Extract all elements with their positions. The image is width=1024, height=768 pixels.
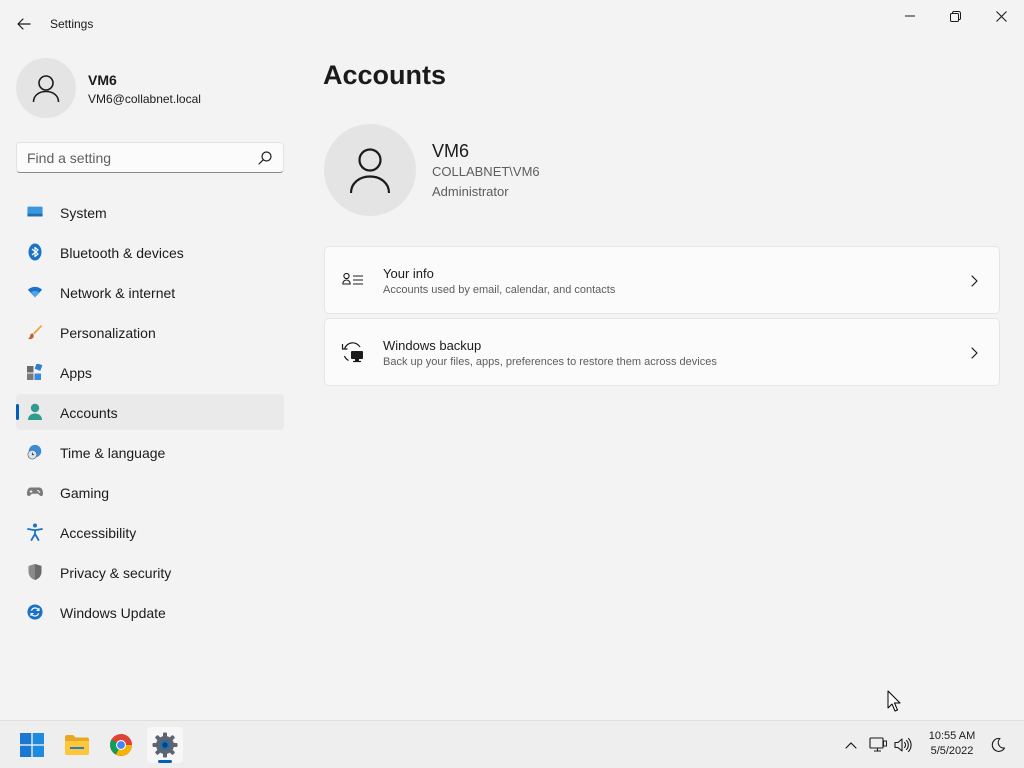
card-title: Your info xyxy=(383,266,434,281)
card-title: Windows backup xyxy=(383,338,482,353)
show-hidden-icons-button[interactable] xyxy=(841,735,861,755)
sidebar-item-bluetooth[interactable]: Bluetooth & devices xyxy=(16,234,284,270)
title-bar: Settings xyxy=(0,0,1024,46)
chevron-up-icon xyxy=(845,742,857,749)
focus-assist-button[interactable] xyxy=(988,735,1008,755)
sidebar-item-label: Accessibility xyxy=(60,525,137,541)
close-icon xyxy=(995,10,1007,22)
start-button[interactable] xyxy=(14,727,50,763)
back-arrow-icon xyxy=(17,18,31,30)
sidebar-item-accounts[interactable]: Accounts xyxy=(16,394,284,430)
user-summary: VM6 COLLABNET\VM6 Administrator xyxy=(324,124,724,216)
user-role: Administrator xyxy=(432,184,509,199)
apps-icon xyxy=(27,364,43,380)
update-icon xyxy=(27,604,43,620)
moon-icon xyxy=(991,737,1006,752)
shield-icon xyxy=(27,564,43,580)
taskbar: 10:55 AM 5/5/2022 xyxy=(0,720,1024,768)
search-icon[interactable] xyxy=(257,150,273,166)
sidebar-item-time-language[interactable]: Time & language xyxy=(16,434,284,470)
person-icon xyxy=(27,403,43,420)
sidebar-item-gaming[interactable]: Gaming xyxy=(16,474,284,510)
chrome-icon xyxy=(110,734,132,756)
person-outline-icon xyxy=(349,148,391,194)
speaker-icon xyxy=(894,737,912,753)
sidebar-item-label: Accounts xyxy=(60,405,118,421)
sidebar-item-system[interactable]: System xyxy=(16,194,284,230)
ethernet-icon xyxy=(869,737,887,752)
user-name: VM6 xyxy=(432,141,470,161)
brush-icon xyxy=(27,324,43,340)
card-subtitle: Accounts used by email, calendar, and co… xyxy=(383,284,616,296)
settings-taskbar-button[interactable] xyxy=(147,727,183,763)
restore-icon xyxy=(949,10,961,22)
clock-date: 5/5/2022 xyxy=(930,745,974,757)
globe-clock-icon xyxy=(27,444,43,460)
card-subtitle: Back up your files, apps, preferences to… xyxy=(383,356,717,368)
user-domain: COLLABNET\VM6 xyxy=(432,164,540,179)
minimize-button[interactable] xyxy=(887,0,933,32)
sidebar-item-windows-update[interactable]: Windows Update xyxy=(16,594,284,630)
sidebar-item-label: Windows Update xyxy=(60,605,166,621)
your-info-card[interactable]: Your info Accounts used by email, calend… xyxy=(324,246,1000,314)
app-title: Settings xyxy=(50,17,94,31)
sync-backup-icon xyxy=(341,341,365,363)
sidebar-item-label: System xyxy=(60,205,107,221)
chrome-button[interactable] xyxy=(103,727,139,763)
profile-header[interactable]: VM6 VM6@collabnet.local xyxy=(16,58,286,118)
bluetooth-icon xyxy=(27,243,43,261)
volume-button[interactable] xyxy=(893,735,913,755)
accessibility-icon xyxy=(27,523,43,541)
back-button[interactable] xyxy=(10,10,38,38)
restore-button[interactable] xyxy=(932,0,978,32)
windows-logo-icon xyxy=(20,733,44,757)
sidebar-item-personalization[interactable]: Personalization xyxy=(16,314,284,350)
sidebar-item-label: Personalization xyxy=(60,325,156,341)
contact-card-icon xyxy=(341,269,365,291)
search-box[interactable] xyxy=(16,142,284,173)
search-input[interactable] xyxy=(27,149,247,167)
network-status-button[interactable] xyxy=(868,735,888,755)
file-explorer-button[interactable] xyxy=(59,727,95,763)
sidebar-item-label: Time & language xyxy=(60,445,166,461)
avatar-large[interactable] xyxy=(324,124,416,216)
clock-time: 10:55 AM xyxy=(928,730,976,742)
profile-name: VM6 xyxy=(88,72,117,88)
sidebar-item-privacy-security[interactable]: Privacy & security xyxy=(16,554,284,590)
person-outline-icon xyxy=(32,75,60,103)
sidebar-item-accessibility[interactable]: Accessibility xyxy=(16,514,284,550)
close-button[interactable] xyxy=(978,0,1024,32)
sidebar-nav: System Bluetooth & devices Network & int… xyxy=(16,194,284,634)
sidebar-item-label: Bluetooth & devices xyxy=(60,245,184,261)
chevron-right-icon xyxy=(971,347,978,359)
wifi-icon xyxy=(27,284,43,300)
minimize-icon xyxy=(905,15,915,17)
profile-email: VM6@collabnet.local xyxy=(88,92,201,106)
sidebar-item-network[interactable]: Network & internet xyxy=(16,274,284,310)
page-title: Accounts xyxy=(323,60,447,90)
chevron-right-icon xyxy=(971,275,978,287)
mouse-cursor-icon xyxy=(887,690,901,712)
monitor-icon xyxy=(27,204,43,220)
sidebar-item-label: Apps xyxy=(60,365,92,381)
sidebar-item-label: Gaming xyxy=(60,485,110,501)
gamepad-icon xyxy=(27,484,43,500)
folder-icon xyxy=(65,735,89,755)
sidebar-item-label: Network & internet xyxy=(60,285,176,301)
gear-icon xyxy=(152,732,178,758)
windows-backup-card[interactable]: Windows backup Back up your files, apps,… xyxy=(324,318,1000,386)
sidebar-item-label: Privacy & security xyxy=(60,565,172,581)
avatar xyxy=(16,58,76,118)
sidebar-item-apps[interactable]: Apps xyxy=(16,354,284,390)
clock[interactable]: 10:55 AM 5/5/2022 xyxy=(918,729,986,757)
